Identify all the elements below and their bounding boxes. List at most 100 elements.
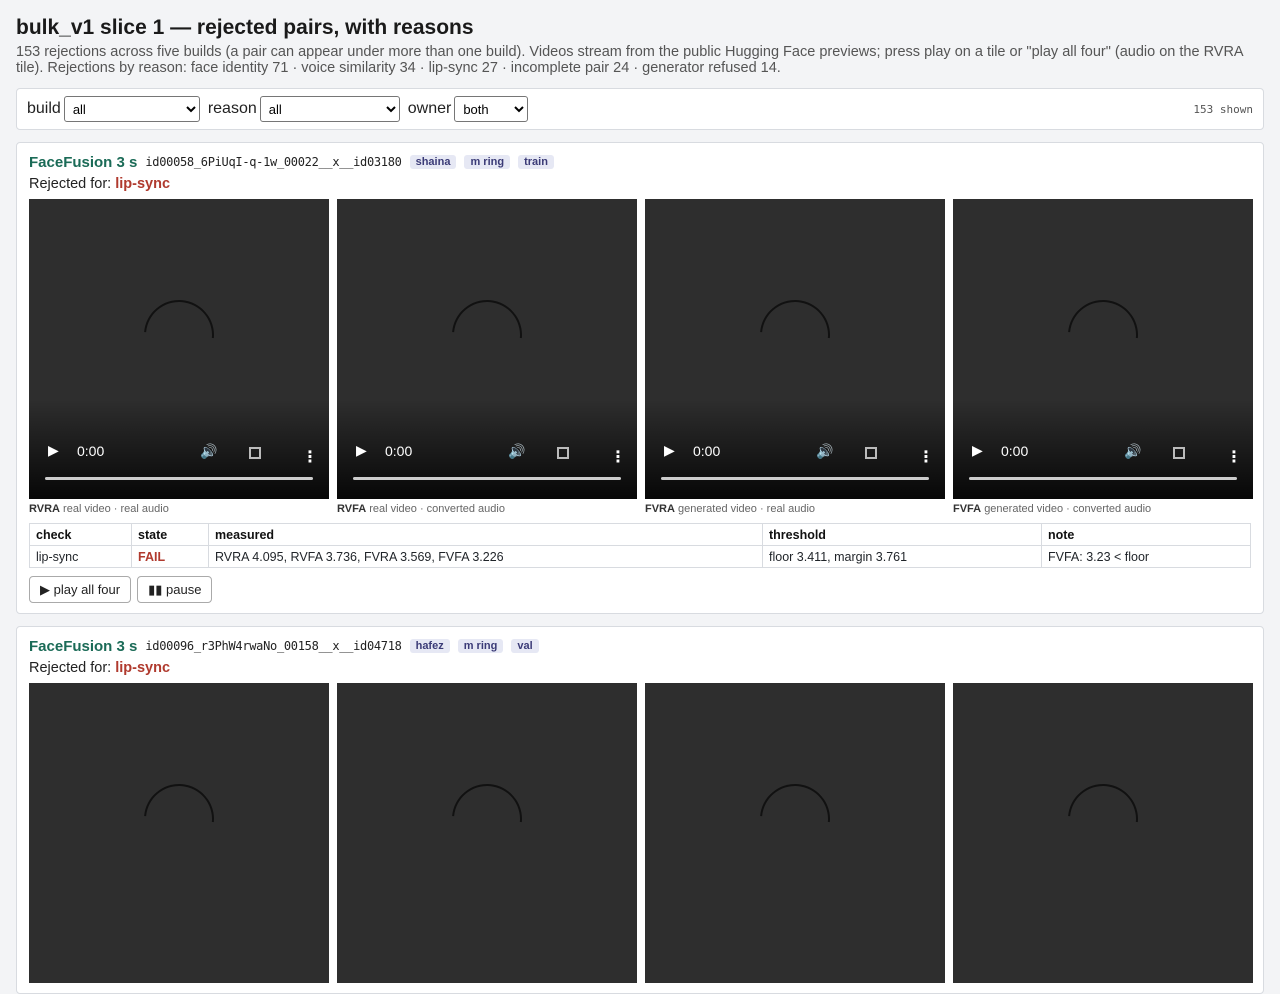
fullscreen-icon[interactable] (865, 447, 877, 459)
state-cell: FAIL (131, 545, 209, 568)
filter-bar: build all reason all owner both 153 show… (16, 88, 1264, 130)
volume-icon[interactable]: 🔊 (816, 443, 833, 460)
rejection-reason: lip-sync (115, 660, 171, 676)
video-tile-fvfa: ▶ 0:00 🔊 ⋮ FVFA generated video · conver… (953, 199, 1253, 515)
fullscreen-icon[interactable] (249, 447, 261, 459)
card-header: FaceFusion 3 s id00058_6PiUqI-q-1w_00022… (29, 153, 1251, 171)
play-icon[interactable]: ▶ (356, 442, 367, 459)
seek-bar[interactable] (353, 477, 621, 480)
column-header: note (1041, 523, 1251, 546)
tile-caption: RVFA real video · converted audio (337, 503, 637, 515)
rejected-reason-line: Rejected for: lip-sync (29, 660, 1251, 676)
loading-spinner-icon (129, 285, 229, 385)
split-tag: train (518, 155, 554, 169)
page: bulk_v1 slice 1 — rejected pairs, with r… (0, 0, 1280, 994)
page-intro: 153 rejections across five builds (a pai… (16, 44, 1243, 76)
video-player[interactable]: ▶ 0:00 🔊 ⋮ (29, 199, 329, 499)
video-tiles: ▶ 0:00 🔊 ⋮ RVRA real video · real audio … (29, 199, 1253, 515)
more-options-icon[interactable]: ⋮ (302, 450, 318, 466)
tile-code: FVRA (645, 503, 675, 515)
video-player[interactable] (29, 683, 329, 983)
loading-spinner-icon (437, 769, 537, 869)
pause-button[interactable]: ▮▮ pause (137, 576, 213, 603)
note-cell: FVFA: 3.23 < floor (1041, 545, 1251, 568)
loading-spinner-icon (129, 769, 229, 869)
video-controls: ▶ 0:00 🔊 ⋮ (953, 399, 1253, 499)
play-icon[interactable]: ▶ (664, 442, 675, 459)
volume-icon[interactable]: 🔊 (200, 443, 217, 460)
loading-spinner-icon (745, 285, 845, 385)
video-time: 0:00 (385, 443, 413, 459)
rejection-reason: lip-sync (115, 176, 171, 192)
rejected-reason-line: Rejected for: lip-sync (29, 176, 1251, 192)
video-tile (29, 683, 329, 983)
tile-desc: generated video · real audio (678, 503, 815, 515)
video-tile (337, 683, 637, 983)
play-icon[interactable]: ▶ (48, 442, 59, 459)
video-tile-fvra: ▶ 0:00 🔊 ⋮ FVRA generated video · real a… (645, 199, 945, 515)
seek-bar[interactable] (969, 477, 1237, 480)
checks-table: check state measured threshold note lip-… (29, 523, 1251, 568)
threshold-cell: floor 3.411, margin 3.761 (762, 545, 1042, 568)
seek-bar[interactable] (45, 477, 313, 480)
video-time: 0:00 (693, 443, 721, 459)
more-options-icon[interactable]: ⋮ (610, 450, 626, 466)
column-header: check (29, 523, 132, 546)
build-name: FaceFusion 3 s (29, 153, 138, 171)
tile-code: RVFA (337, 503, 367, 515)
fullscreen-icon[interactable] (557, 447, 569, 459)
column-header: threshold (762, 523, 1042, 546)
table-header-row: check state measured threshold note (29, 523, 1251, 546)
play-icon[interactable]: ▶ (972, 442, 983, 459)
rejection-card: FaceFusion 3 s id00058_6PiUqI-q-1w_00022… (16, 142, 1264, 614)
video-player[interactable]: ▶ 0:00 🔊 ⋮ (337, 199, 637, 499)
video-player[interactable]: ▶ 0:00 🔊 ⋮ (645, 199, 945, 499)
volume-icon[interactable]: 🔊 (508, 443, 525, 460)
volume-icon[interactable]: 🔊 (1124, 443, 1141, 460)
loading-spinner-icon (1053, 769, 1153, 869)
more-options-icon[interactable]: ⋮ (1226, 450, 1242, 466)
owner-filter-select[interactable]: both (454, 96, 529, 122)
page-title: bulk_v1 slice 1 — rejected pairs, with r… (16, 16, 474, 39)
pair-id: id00058_6PiUqI-q-1w_00022__x__id03180 (145, 155, 402, 169)
ring-tag: m ring (457, 639, 504, 653)
video-tile (645, 683, 945, 983)
build-filter-label: build (27, 100, 61, 117)
table-row: lip-sync FAIL RVRA 4.095, RVFA 3.736, FV… (29, 545, 1251, 568)
seek-bar[interactable] (661, 477, 929, 480)
reason-filter-label: reason (207, 100, 257, 117)
tile-code: FVFA (953, 503, 982, 515)
split-tag: val (511, 639, 539, 653)
video-controls: ▶ 0:00 🔊 ⋮ (645, 399, 945, 499)
reason-filter-select[interactable]: all (259, 96, 400, 122)
ring-tag: m ring (464, 155, 511, 169)
rejected-prefix: Rejected for: (29, 660, 112, 676)
video-player[interactable] (337, 683, 637, 983)
build-filter-select[interactable]: all (63, 96, 200, 122)
owner-tag: hafez (409, 639, 450, 653)
video-player[interactable] (645, 683, 945, 983)
owner-filter-label: owner (407, 100, 452, 117)
check-cell: lip-sync (29, 545, 132, 568)
video-time: 0:00 (1001, 443, 1029, 459)
fullscreen-icon[interactable] (1173, 447, 1185, 459)
loading-spinner-icon (1053, 285, 1153, 385)
video-tiles (29, 683, 1253, 983)
tile-caption: RVRA real video · real audio (29, 503, 329, 515)
playback-buttons: ▶ play all four ▮▮ pause (29, 576, 1251, 603)
video-tile-rvfa: ▶ 0:00 🔊 ⋮ RVFA real video · converted a… (337, 199, 637, 515)
video-tile-rvra: ▶ 0:00 🔊 ⋮ RVRA real video · real audio (29, 199, 329, 515)
measured-cell: RVRA 4.095, RVFA 3.736, FVRA 3.569, FVFA… (208, 545, 763, 568)
shown-count: 153 shown (1193, 102, 1253, 116)
card-header: FaceFusion 3 s id00096_r3PhW4rwaNo_00158… (29, 637, 1251, 655)
owner-tag: shaina (409, 155, 457, 169)
rejection-card: FaceFusion 3 s id00096_r3PhW4rwaNo_00158… (16, 626, 1264, 994)
video-tile (953, 683, 1253, 983)
rejected-prefix: Rejected for: (29, 176, 112, 192)
video-controls: ▶ 0:00 🔊 ⋮ (29, 399, 329, 499)
video-player[interactable]: ▶ 0:00 🔊 ⋮ (953, 199, 1253, 499)
more-options-icon[interactable]: ⋮ (918, 450, 934, 466)
play-all-button[interactable]: ▶ play all four (29, 576, 132, 603)
video-player[interactable] (953, 683, 1253, 983)
video-time: 0:00 (77, 443, 105, 459)
